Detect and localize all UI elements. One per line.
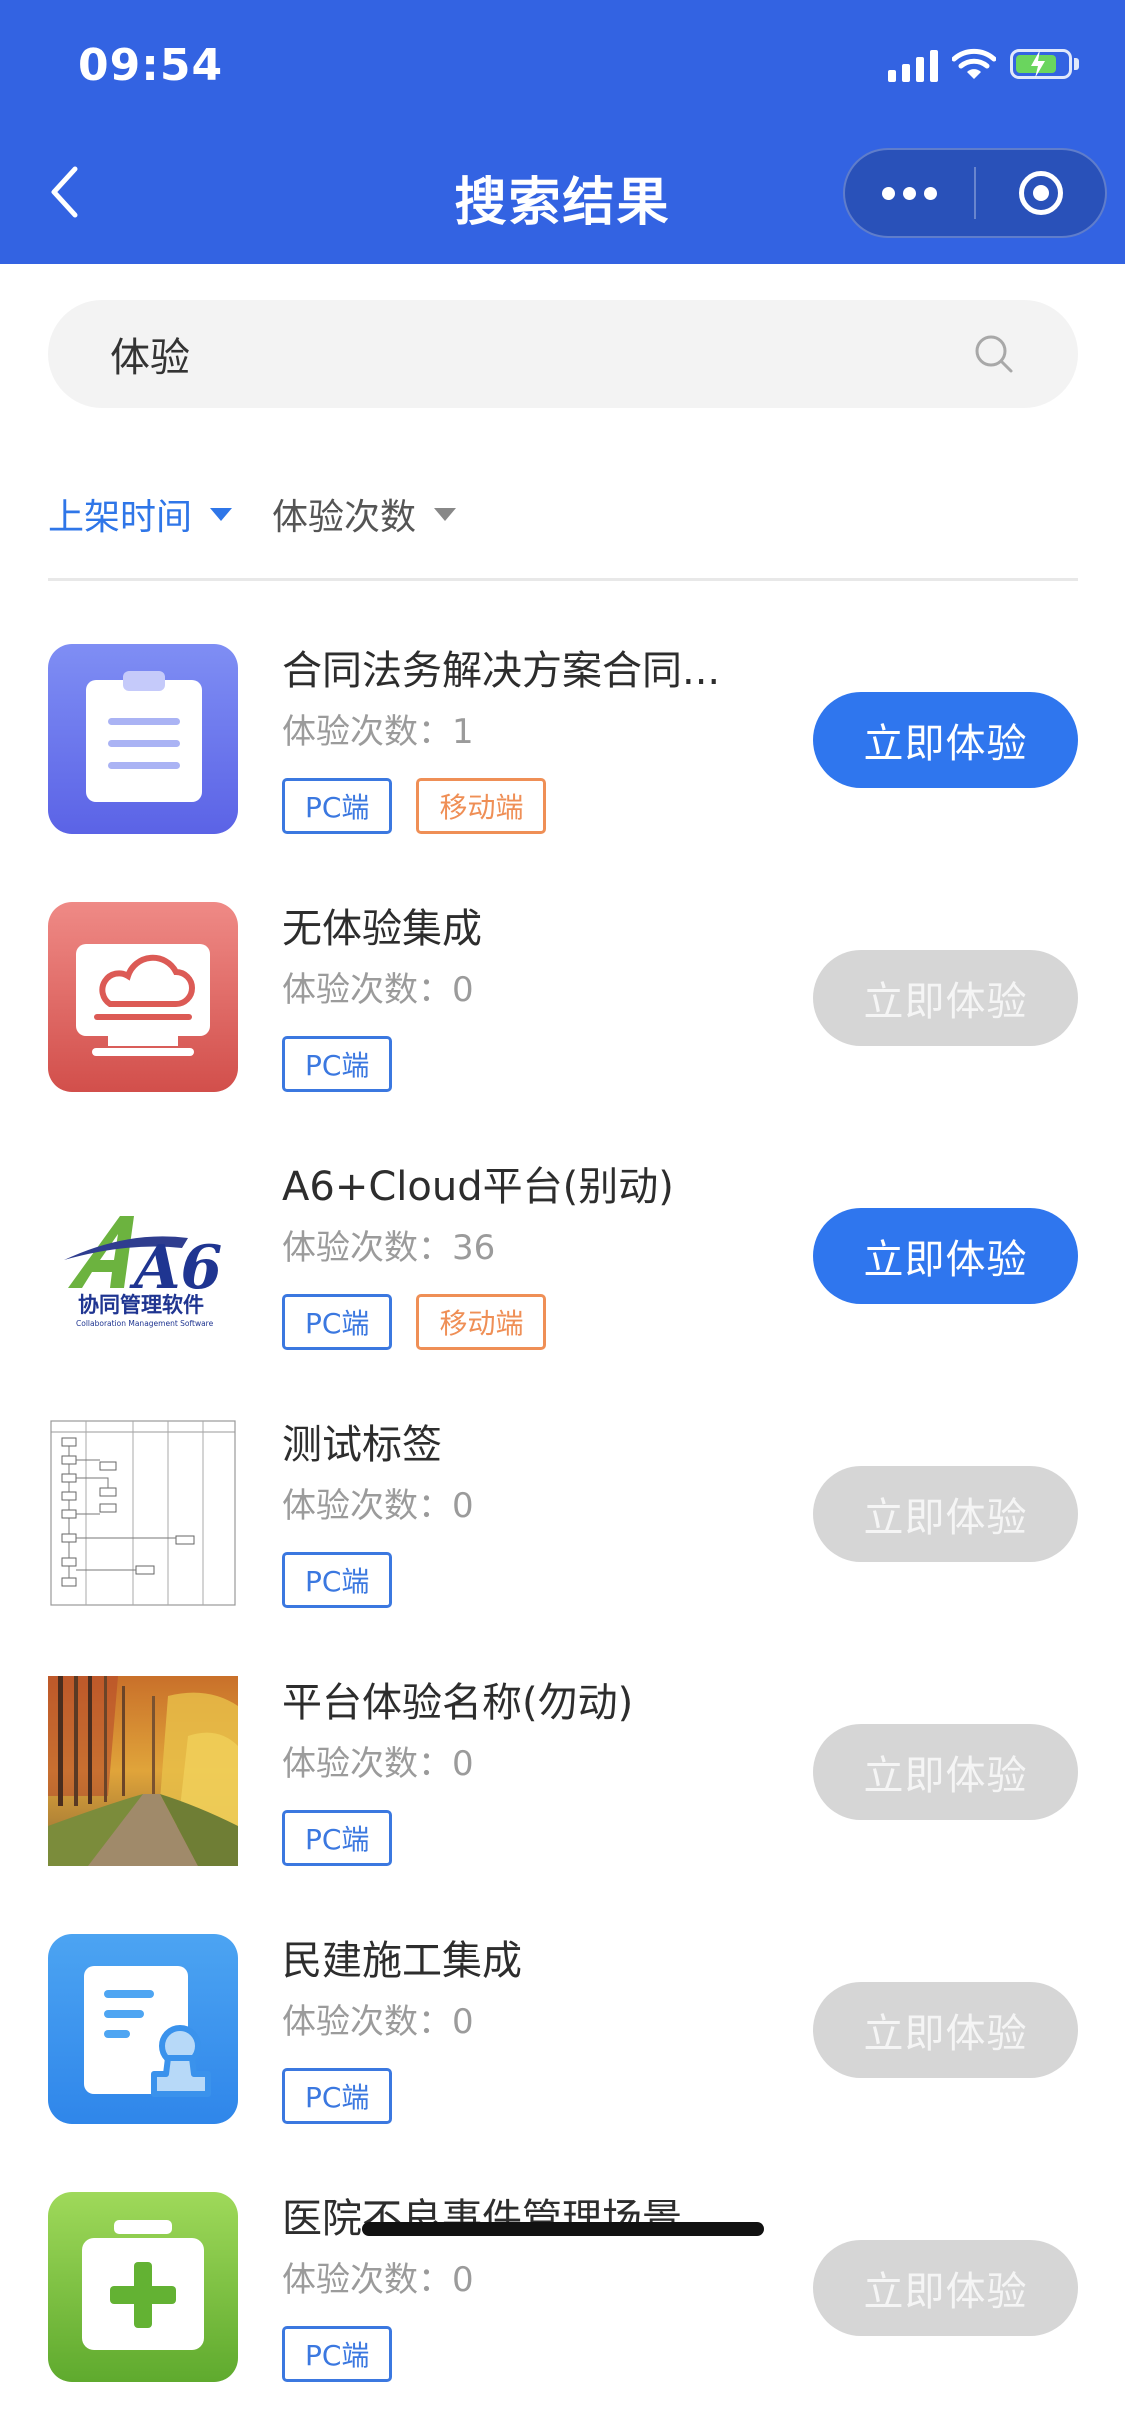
- status-time: 09:54: [78, 40, 224, 91]
- tag-pc: PC端: [282, 1552, 393, 1608]
- caret-down-icon: [210, 507, 233, 521]
- item-title: 无体验集成: [282, 906, 482, 952]
- tag-pc: PC端: [282, 1810, 393, 1866]
- tag-pc: PC端: [282, 1036, 393, 1092]
- medical-kit-icon: [48, 2192, 238, 2382]
- sort-by-listing-time[interactable]: 上架时间: [48, 488, 233, 540]
- wifi-icon: [952, 48, 996, 79]
- tag-pc: PC端: [282, 2326, 393, 2382]
- result-list: 合同法务解决方案合同... 体验次数：1 PC端 移动端 立即体验 无体验集成 …: [0, 600, 1125, 2406]
- status-icons: [888, 46, 1079, 82]
- a6-logo-english: Collaboration Management Software: [76, 1319, 214, 1328]
- tag-pc: PC端: [282, 778, 393, 834]
- flowchart-thumbnail: [48, 1418, 238, 1608]
- target-circle-icon: [1018, 171, 1063, 215]
- tag-list: PC端: [282, 2068, 393, 2124]
- list-item[interactable]: 测试标签 体验次数：0 PC端 立即体验: [0, 1374, 1125, 1632]
- try-now-button[interactable]: 立即体验: [813, 2240, 1078, 2336]
- tag-list: PC端: [282, 1552, 393, 1608]
- tag-mobile: 移动端: [416, 778, 547, 834]
- list-item[interactable]: 医院不良事件管理场景 体验次数：0 PC端 立即体验: [0, 2148, 1125, 2406]
- experience-count: 体验次数：0: [282, 2002, 474, 2042]
- try-now-button[interactable]: 立即体验: [813, 1724, 1078, 1820]
- more-dots-icon: [882, 186, 937, 200]
- autumn-forest-photo: [48, 1676, 238, 1866]
- a6-logo: A6 协同管理软件 Collaboration Management Softw…: [48, 1160, 238, 1350]
- experience-count: 体验次数：0: [282, 2260, 474, 2300]
- sort-bar: 上架时间 体验次数: [48, 488, 457, 540]
- cellular-signal-icon: [888, 46, 938, 82]
- a6-logo-subtitle: 协同管理软件: [78, 1293, 204, 1317]
- experience-count: 体验次数：36: [282, 1228, 496, 1268]
- experience-count: 体验次数：0: [282, 1486, 474, 1526]
- try-now-button[interactable]: 立即体验: [813, 1466, 1078, 1562]
- home-indicator[interactable]: [362, 2222, 764, 2236]
- list-item[interactable]: 合同法务解决方案合同... 体验次数：1 PC端 移动端 立即体验: [0, 600, 1125, 858]
- item-title: 测试标签: [282, 1422, 442, 1468]
- try-now-button[interactable]: 立即体验: [813, 1208, 1078, 1304]
- document-stamp-icon: [48, 1934, 238, 2124]
- experience-count: 体验次数：0: [282, 1744, 474, 1784]
- search-input[interactable]: 体验: [48, 300, 1078, 408]
- sort-by-experience-count[interactable]: 体验次数: [272, 488, 457, 540]
- list-item[interactable]: 平台体验名称(勿动) 体验次数：0 PC端 立即体验: [0, 1632, 1125, 1890]
- try-now-button[interactable]: 立即体验: [813, 692, 1078, 788]
- clipboard-icon: [48, 644, 238, 834]
- item-title: A6+Cloud平台(别动): [282, 1164, 674, 1210]
- try-now-button[interactable]: 立即体验: [813, 1982, 1078, 2078]
- sort-label: 体验次数: [272, 497, 417, 538]
- item-title: 合同法务解决方案合同...: [282, 648, 721, 694]
- divider: [48, 578, 1078, 581]
- search-icon[interactable]: [972, 332, 1016, 376]
- try-now-button[interactable]: 立即体验: [813, 950, 1078, 1046]
- list-item[interactable]: A6 协同管理软件 Collaboration Management Softw…: [0, 1116, 1125, 1374]
- tag-list: PC端: [282, 2326, 393, 2382]
- battery-cap: [1074, 58, 1079, 70]
- caret-down-icon: [434, 507, 457, 521]
- cloud-monitor-icon: [48, 902, 238, 1092]
- miniprogram-capsule: [843, 148, 1107, 238]
- tag-pc: PC端: [282, 1294, 393, 1350]
- list-item[interactable]: 民建施工集成 体验次数：0 PC端 立即体验: [0, 1890, 1125, 2148]
- experience-count: 体验次数：1: [282, 712, 474, 752]
- list-item[interactable]: 无体验集成 体验次数：0 PC端 立即体验: [0, 858, 1125, 1116]
- close-miniprogram-button[interactable]: [976, 150, 1105, 236]
- tag-list: PC端: [282, 1810, 393, 1866]
- tag-list: PC端: [282, 1036, 393, 1092]
- tag-mobile: 移动端: [416, 1294, 547, 1350]
- battery-icon: [1010, 49, 1072, 79]
- tag-list: PC端 移动端: [282, 1294, 547, 1350]
- tag-list: PC端 移动端: [282, 778, 547, 834]
- item-title: 平台体验名称(勿动): [282, 1680, 634, 1726]
- sort-label: 上架时间: [48, 497, 193, 538]
- search-input-value: 体验: [110, 335, 190, 381]
- nav-header: 09:54 搜索结果: [0, 0, 1125, 264]
- item-title: 民建施工集成: [282, 1938, 522, 1984]
- more-button[interactable]: [845, 150, 974, 236]
- tag-pc: PC端: [282, 2068, 393, 2124]
- experience-count: 体验次数：0: [282, 970, 474, 1010]
